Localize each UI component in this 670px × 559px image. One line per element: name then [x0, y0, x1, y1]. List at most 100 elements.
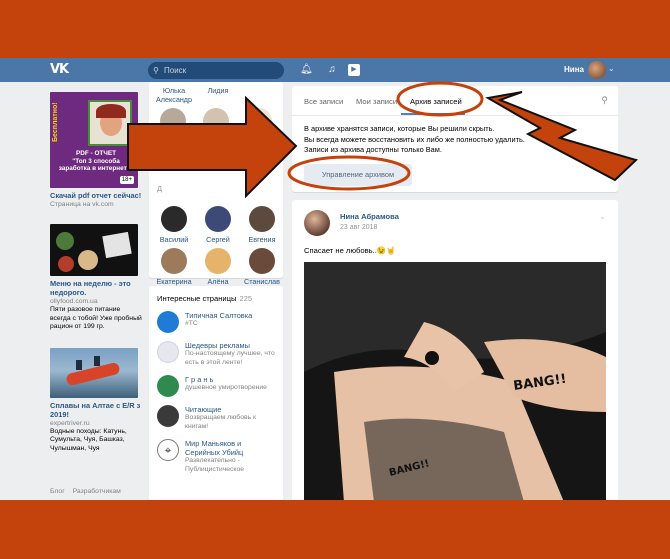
ad-text: Пяти разовое питание всегда с тобой! Уже…: [50, 306, 142, 330]
page-item[interactable]: Г р а н ь душевное умиротворение: [149, 371, 283, 401]
friends-grid: Василий Сергей Евгения Екатерина Алёна С…: [152, 206, 284, 286]
ad-image[interactable]: Бесплатно! PDF - ОТЧЕТ "Топ 3 способа за…: [50, 92, 138, 188]
ad-source[interactable]: expertriver.ru: [50, 419, 142, 428]
friend-name: Юлька: [162, 86, 186, 95]
bottom-frame-band: [0, 500, 670, 559]
avatar: [205, 206, 231, 232]
avatar[interactable]: [588, 61, 606, 79]
friend-item[interactable]: Алёна: [196, 248, 240, 286]
page-desc: По-настоящему лучшее, что есть в этой ле…: [185, 350, 275, 366]
page-desc: душевное умиротворение: [185, 384, 267, 391]
post-photo[interactable]: BANG!! BANG!!: [304, 262, 606, 500]
search-input[interactable]: ⚲ Поиск: [148, 62, 284, 79]
avatar: [205, 248, 231, 274]
tab-archive[interactable]: Архив записей: [410, 97, 462, 106]
tab-my-posts[interactable]: Мои записи: [356, 97, 397, 106]
footer-link-developers[interactable]: Разработчикам: [73, 488, 121, 495]
avatar: [161, 206, 187, 232]
ad-title[interactable]: Сплавы на Алтае с E/R з 2019!: [50, 401, 142, 419]
chevron-down-icon[interactable]: ⌄: [599, 212, 606, 221]
ad-person-photo: [88, 100, 132, 146]
avatar: [157, 375, 179, 397]
avatar[interactable]: [160, 108, 187, 134]
vk-screen: VK ⚲ Поиск 🔔︎ ♫ ▶ Нина ⌄ Бесплатно! PDF …: [0, 58, 670, 500]
avatar: [249, 248, 275, 274]
footer-link-blog[interactable]: Блог: [50, 488, 65, 495]
ad-title[interactable]: Меню на неделю - это недорого.: [50, 279, 142, 297]
friends-top-row: Юлька Лидия Александр: [149, 82, 283, 104]
post-author[interactable]: Нина Абрамова: [340, 212, 399, 221]
page-item[interactable]: ⌖ Мир Маньяков и Серийных Убийц Развлекат…: [149, 435, 283, 478]
page-name: Типичная Салтовка: [185, 311, 253, 320]
friend-item[interactable]: Екатерина: [152, 248, 196, 286]
ads-column: Бесплатно! PDF - ОТЧЕТ "Топ 3 способа за…: [50, 92, 142, 453]
page-desc: Развлекательно - Публицистическое: [185, 457, 245, 473]
wall-tabs: Все записи Мои записи Архив записей ⚲: [292, 86, 618, 116]
avatar[interactable]: [245, 108, 272, 134]
post-date[interactable]: 23 авг 2018: [340, 224, 377, 231]
friend-item[interactable]: Александр: [152, 95, 196, 104]
page-desc: Возвращаем любовь к книгам!: [185, 414, 256, 430]
page-item[interactable]: Читающие Возвращаем любовь к книгам!: [149, 401, 283, 435]
ad-image-caption: PDF - ОТЧЕТ "Топ 3 способа заработка в и…: [58, 150, 134, 172]
user-name[interactable]: Нина: [564, 65, 584, 74]
avatar: [249, 206, 275, 232]
page-desc: #ТС: [185, 320, 198, 327]
ad-source[interactable]: ollyfood.com.ua: [50, 297, 142, 306]
active-tab-indicator: [401, 113, 465, 115]
friend-name: Алёна: [207, 277, 229, 286]
chevron-down-icon[interactable]: ⌄: [608, 64, 615, 73]
avatar[interactable]: [203, 108, 229, 134]
vk-logo[interactable]: VK: [50, 62, 72, 78]
search-placeholder: Поиск: [164, 66, 187, 75]
manage-archive-button[interactable]: Управление архивом: [304, 164, 412, 186]
ad-image[interactable]: [50, 224, 138, 276]
page-name: Шедевры рекламы: [185, 341, 250, 350]
friends-section-title: Д: [157, 184, 163, 193]
post-photo-art: BANG!! BANG!!: [304, 262, 606, 500]
archive-info: В архиве хранятся записи, которые Вы реш…: [304, 124, 525, 154]
search-icon[interactable]: ⚲: [601, 95, 608, 106]
friend-name: Александр: [156, 95, 192, 104]
ad-image-text: Бесплатно!: [52, 102, 59, 142]
ad-title[interactable]: Скачай pdf отчет сейчас!: [50, 191, 142, 200]
friends-card: Юлька Лидия Александр Д Василий Сергей Е…: [149, 82, 283, 286]
top-frame-band: [0, 0, 670, 58]
ad-source[interactable]: Страница на vk.com: [50, 200, 142, 209]
friend-name: Станислав: [244, 277, 280, 286]
friend-name: Евгения: [248, 235, 276, 244]
ad-text: Водные походы: Катунь, Сумульта, Чуя, Ба…: [50, 427, 127, 452]
friend-item[interactable]: Юлька: [152, 86, 196, 95]
page-item[interactable]: Шедевры рекламы По-настоящему лучшее, что…: [149, 337, 283, 371]
interesting-pages-card: Интересные страницы 225 Типичная Салтовка…: [149, 286, 283, 500]
video-play-icon[interactable]: ▶: [348, 64, 360, 76]
friend-item[interactable]: Лидия: [196, 86, 240, 95]
page-item[interactable]: Типичная Салтовка #ТС: [149, 307, 283, 337]
pages-header[interactable]: Интересные страницы 225: [149, 286, 283, 307]
friends-avatars-row: [149, 104, 283, 137]
pages-title: Интересные страницы: [157, 294, 237, 303]
post-card: Нина Абрамова 23 авг 2018 ⌄ Спасает не л…: [292, 200, 618, 500]
post-text: Спасает не любовь..😉🤘: [304, 246, 396, 255]
post-header: Нина Абрамова 23 авг 2018 ⌄: [292, 200, 618, 244]
music-icon[interactable]: ♫: [326, 64, 338, 76]
friend-name: Сергей: [206, 235, 230, 244]
bell-icon[interactable]: 🔔︎: [300, 64, 313, 76]
top-header: VK ⚲ Поиск 🔔︎ ♫ ▶ Нина ⌄: [0, 58, 670, 82]
ad-image[interactable]: [50, 347, 138, 398]
crosshair-icon: ⌖: [157, 439, 179, 461]
friend-name: Екатерина: [156, 277, 192, 286]
friend-name: Василий: [159, 235, 189, 244]
friend-item[interactable]: Евгения: [240, 206, 284, 244]
avatar: [161, 248, 187, 274]
friend-item[interactable]: Сергей: [196, 206, 240, 244]
page-name: Мир Маньяков и Серийных Убийц: [185, 439, 244, 457]
friend-item[interactable]: Станислав: [240, 248, 284, 286]
friend-item[interactable]: Василий: [152, 206, 196, 244]
page-name: Г р а н ь: [185, 375, 214, 384]
search-icon: ⚲: [153, 66, 159, 75]
avatar[interactable]: [304, 210, 330, 236]
pages-count: 225: [239, 294, 253, 303]
avatar: [157, 405, 179, 427]
tab-all-posts[interactable]: Все записи: [304, 97, 343, 106]
